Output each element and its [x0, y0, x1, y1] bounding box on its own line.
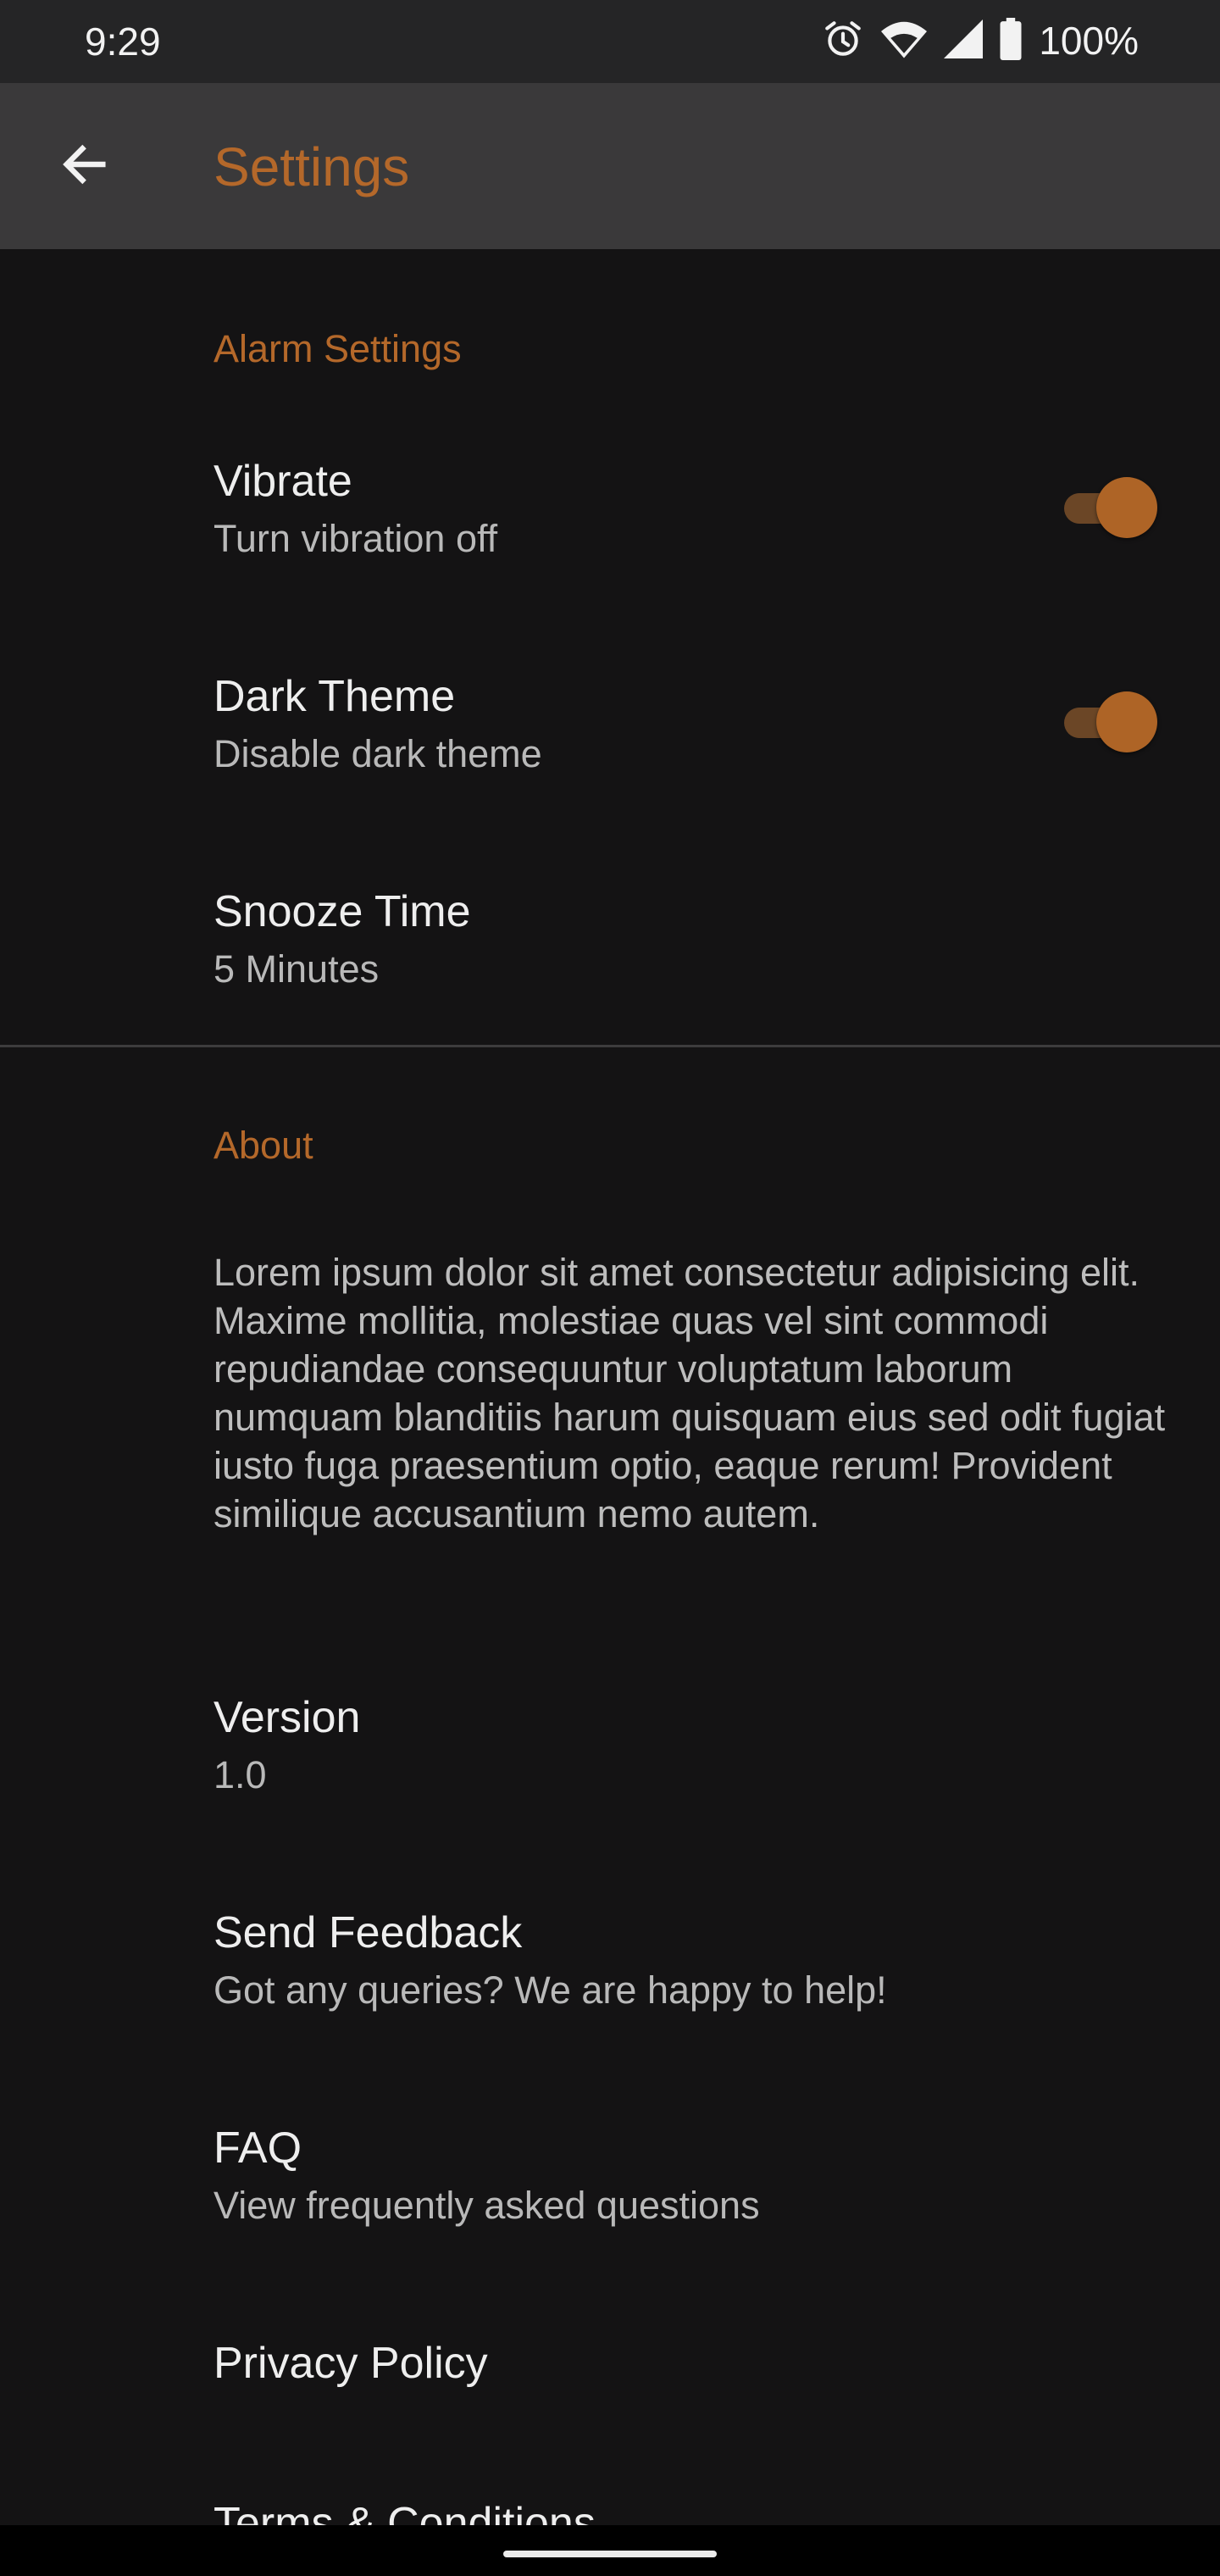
pref-terms-conditions[interactable]: Terms & Conditions	[214, 2498, 1220, 2525]
signal-icon	[944, 19, 984, 63]
battery-icon	[1000, 17, 1022, 64]
about-description: Lorem ipsum dolor sit amet consectetur a…	[214, 1251, 1166, 1535]
pref-terms-title: Terms & Conditions	[214, 2499, 596, 2525]
dark-theme-switch[interactable]	[1059, 691, 1161, 752]
pref-version[interactable]: Version 1.0	[214, 1692, 1220, 1828]
alarm-icon	[822, 18, 864, 64]
pref-version-summary: 1.0	[214, 1753, 267, 1796]
pref-faq-title: FAQ	[214, 2124, 302, 2173]
home-gesture-handle[interactable]	[503, 2551, 717, 2557]
pref-version-title: Version	[214, 1693, 361, 1742]
page-title: Settings	[214, 136, 410, 197]
section-header-alarm: Alarm Settings	[214, 327, 462, 370]
vibrate-switch[interactable]	[1059, 477, 1161, 538]
pref-privacy-title: Privacy Policy	[214, 2339, 488, 2388]
section-header-about: About	[214, 1124, 313, 1167]
section-divider	[0, 1045, 1220, 1047]
pref-send-feedback[interactable]: Send Feedback Got any queries? We are ha…	[214, 1907, 1220, 2043]
status-bar: 9:29 100%	[0, 0, 1220, 83]
pref-feedback-title: Send Feedback	[214, 1908, 523, 1957]
pref-privacy-policy[interactable]: Privacy Policy	[214, 2338, 1220, 2431]
pref-faq-summary: View frequently asked questions	[214, 2184, 760, 2227]
arrow-back-icon	[58, 137, 112, 196]
navigation-bar	[0, 2525, 1220, 2576]
pref-snooze-summary: 5 Minutes	[214, 947, 380, 991]
pref-feedback-summary: Got any queries? We are happy to help!	[214, 1968, 887, 2012]
battery-percent: 100%	[1039, 19, 1139, 63]
pref-snooze-time[interactable]: Snooze Time 5 Minutes	[214, 886, 1220, 1022]
switch-thumb	[1096, 691, 1157, 752]
status-icons: 100%	[822, 15, 1139, 66]
status-time: 9:29	[85, 19, 161, 64]
switch-thumb	[1096, 477, 1157, 538]
back-button[interactable]	[41, 122, 129, 210]
app-bar: Settings	[0, 83, 1220, 249]
wifi-icon	[881, 19, 928, 63]
pref-snooze-title: Snooze Time	[214, 887, 471, 936]
pref-faq[interactable]: FAQ View frequently asked questions	[214, 2123, 1220, 2258]
